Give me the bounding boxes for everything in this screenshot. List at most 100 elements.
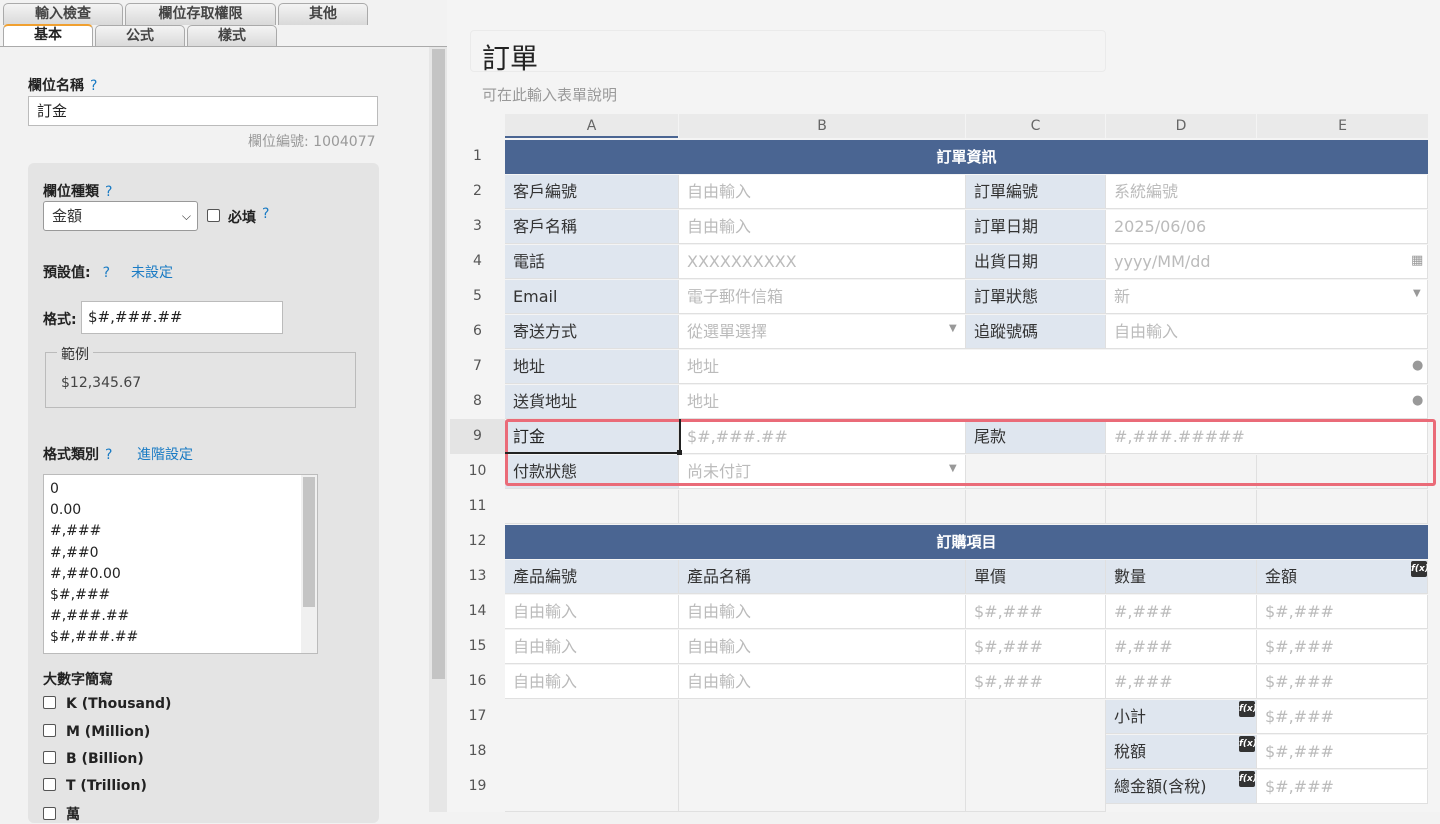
total-value[interactable]: $#,### [1257, 770, 1428, 804]
panel-scrollbar[interactable] [429, 47, 447, 812]
list-item[interactable]: #,### [44, 521, 317, 542]
cell-label[interactable]: 客戶名稱 [505, 210, 679, 244]
form-title[interactable]: 訂單 [482, 37, 538, 77]
formula-icon[interactable]: f(x) [1239, 701, 1257, 717]
subtotal-label[interactable]: 小計 [1106, 700, 1257, 734]
default-value-link[interactable]: 未設定 [131, 262, 173, 282]
cell-input[interactable]: 自由輸入 [1106, 315, 1428, 349]
row-number[interactable]: 2 [450, 174, 505, 209]
empty-cell[interactable] [1257, 490, 1428, 524]
cell-input[interactable]: 自由輸入 [679, 175, 966, 209]
list-item[interactable]: $#,###.## [44, 627, 317, 648]
cell-label[interactable]: 產品名稱 [679, 560, 966, 594]
cell-label[interactable]: 客戶編號 [505, 175, 679, 209]
row-number[interactable]: 1 [450, 139, 505, 174]
cell-input[interactable]: 自由輸入 [679, 665, 966, 699]
row-number[interactable]: 12 [450, 524, 505, 559]
empty-cell[interactable] [505, 490, 679, 524]
row-number[interactable]: 3 [450, 209, 505, 244]
row-number[interactable]: 9 [450, 419, 505, 454]
cell-input[interactable]: 電子郵件信箱 [679, 280, 966, 314]
format-type-list[interactable]: 0 0.00 #,### #,##0 #,##0.00 $#,### #,###… [43, 474, 318, 654]
formula-icon[interactable]: f(x) [1239, 736, 1257, 752]
cell-input[interactable]: 系統編號 [1106, 175, 1428, 209]
field-type-select[interactable]: 金額 ⌵ [43, 201, 198, 231]
row-number[interactable]: 14 [450, 594, 505, 629]
column-header-c[interactable]: C [966, 114, 1105, 138]
tax-label[interactable]: 稅額 [1106, 735, 1257, 769]
cell-label[interactable]: 單價 [966, 560, 1106, 594]
help-icon[interactable]: ? [103, 265, 110, 281]
empty-cell[interactable] [966, 700, 1106, 812]
tab-formula[interactable]: 公式 [95, 25, 185, 47]
row-number[interactable]: 7 [450, 349, 505, 384]
location-pin-icon[interactable]: ● [1412, 358, 1423, 373]
cell-label[interactable]: 訂單編號 [966, 175, 1106, 209]
cell-input[interactable]: 自由輸入 [679, 595, 966, 629]
checkbox[interactable] [43, 724, 56, 737]
option-trillion[interactable]: T (Trillion) [43, 778, 147, 794]
cell-input[interactable]: #,### [1106, 665, 1257, 699]
option-wan[interactable]: 萬 [43, 804, 80, 824]
cell-label[interactable]: 訂單日期 [966, 210, 1106, 244]
cell-label[interactable]: 產品編號 [505, 560, 679, 594]
cell-label[interactable]: 追蹤號碼 [966, 315, 1106, 349]
checkbox[interactable] [43, 807, 56, 820]
row-number[interactable]: 19 [450, 769, 505, 804]
cell-input[interactable]: 自由輸入 [679, 630, 966, 664]
cell-input[interactable]: $#,### [1257, 595, 1428, 629]
column-header-a[interactable]: A [505, 114, 678, 138]
cell-label[interactable]: 電話 [505, 245, 679, 279]
row-number[interactable]: 8 [450, 384, 505, 419]
list-item[interactable]: #,###.## [44, 606, 317, 627]
list-scrollbar[interactable] [301, 475, 317, 653]
row-number[interactable]: 5 [450, 279, 505, 314]
list-item[interactable]: #,##0 [44, 543, 317, 564]
column-header-d[interactable]: D [1106, 114, 1256, 138]
cell-label[interactable]: 數量 [1106, 560, 1257, 594]
column-header-b[interactable]: B [679, 114, 965, 138]
form-title-box[interactable] [470, 30, 1106, 72]
tab-field-access[interactable]: 欄位存取權限 [125, 3, 276, 25]
list-item[interactable]: #,##0.00 [44, 564, 317, 585]
checkbox[interactable] [43, 751, 56, 764]
column-header-e[interactable]: E [1257, 114, 1428, 138]
cell-input[interactable]: $#,### [1257, 630, 1428, 664]
form-description[interactable]: 可在此輸入表單說明 [482, 84, 617, 105]
cell-address-input[interactable]: 地址 [679, 385, 1428, 419]
cell-label[interactable]: 出貨日期 [966, 245, 1106, 279]
tax-value[interactable]: $#,### [1257, 735, 1428, 769]
empty-cell[interactable] [1106, 490, 1257, 524]
row-number[interactable]: 4 [450, 244, 505, 279]
location-pin-icon[interactable]: ● [1412, 393, 1423, 408]
empty-cell[interactable] [505, 700, 679, 812]
tab-basic[interactable]: 基本 [3, 24, 93, 46]
cell-input[interactable]: $#,### [966, 595, 1106, 629]
cell-input[interactable]: #,### [1106, 630, 1257, 664]
cell-label[interactable]: 訂單狀態 [966, 280, 1106, 314]
cell-input[interactable]: 自由輸入 [505, 595, 679, 629]
dropdown-arrow-icon[interactable]: ▼ [949, 323, 957, 334]
section-header-order-items[interactable]: 訂購項目 [505, 525, 1428, 559]
help-icon[interactable]: ? [262, 206, 269, 222]
row-number[interactable]: 13 [450, 559, 505, 594]
cell-input[interactable]: XXXXXXXXXX [679, 245, 966, 279]
cell-address-input[interactable]: 地址 [679, 350, 1428, 384]
cell-input[interactable]: #,### [1106, 595, 1257, 629]
cell-input[interactable]: 2025/06/06 [1106, 210, 1428, 244]
section-header-order-info[interactable]: 訂單資訊 [505, 140, 1428, 174]
dropdown-arrow-icon[interactable]: ▼ [1413, 288, 1421, 299]
help-icon[interactable]: ? [90, 78, 97, 94]
cell-label[interactable]: 金額 [1257, 560, 1428, 594]
formula-icon[interactable]: f(x) [1411, 561, 1429, 577]
formula-icon[interactable]: f(x) [1239, 771, 1257, 787]
cell-label[interactable]: 寄送方式 [505, 315, 679, 349]
empty-cell[interactable] [966, 490, 1106, 524]
option-thousand[interactable]: K (Thousand) [43, 696, 171, 712]
row-number[interactable]: 15 [450, 629, 505, 664]
cell-label[interactable]: 送貨地址 [505, 385, 679, 419]
empty-cell[interactable] [679, 490, 966, 524]
cell-select[interactable]: 從選單選擇 [679, 315, 966, 349]
cell-input[interactable]: 自由輸入 [505, 630, 679, 664]
checkbox[interactable] [43, 696, 56, 709]
